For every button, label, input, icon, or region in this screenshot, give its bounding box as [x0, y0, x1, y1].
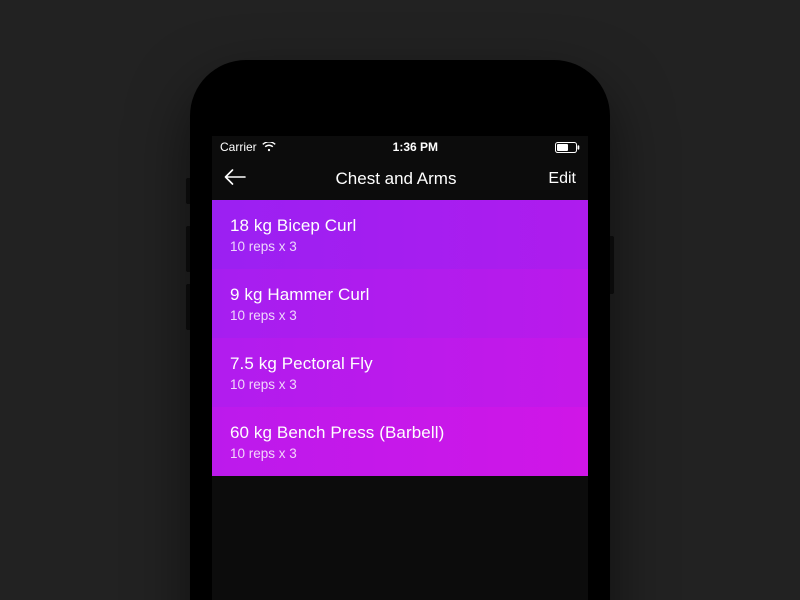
power-button — [610, 236, 614, 294]
phone-frame: Carrier 1:36 PM — [190, 60, 610, 600]
exercise-sub: 10 reps x 3 — [230, 308, 570, 323]
back-button[interactable] — [224, 169, 256, 190]
stage: Carrier 1:36 PM — [0, 0, 800, 600]
exercise-sub: 10 reps x 3 — [230, 239, 570, 254]
exercise-title: 60 kg Bench Press (Barbell) — [230, 423, 570, 443]
silence-switch — [186, 178, 190, 204]
page-title: Chest and Arms — [256, 169, 536, 189]
wifi-icon — [262, 142, 276, 152]
arrow-left-icon — [224, 169, 246, 190]
exercise-sub: 10 reps x 3 — [230, 446, 570, 461]
nav-bar: Chest and Arms Edit — [212, 158, 588, 200]
exercise-title: 18 kg Bicep Curl — [230, 216, 570, 236]
volume-down-button — [186, 284, 190, 330]
exercise-list: 18 kg Bicep Curl 10 reps x 3 9 kg Hammer… — [212, 200, 588, 476]
list-item[interactable]: 7.5 kg Pectoral Fly 10 reps x 3 — [212, 338, 588, 407]
status-bar: Carrier 1:36 PM — [212, 136, 588, 158]
screen: Carrier 1:36 PM — [212, 136, 588, 600]
carrier-label: Carrier — [220, 140, 257, 154]
exercise-title: 7.5 kg Pectoral Fly — [230, 354, 570, 374]
list-item[interactable]: 60 kg Bench Press (Barbell) 10 reps x 3 — [212, 407, 588, 476]
list-item[interactable]: 18 kg Bicep Curl 10 reps x 3 — [212, 200, 588, 269]
status-left: Carrier — [220, 140, 276, 154]
exercise-title: 9 kg Hammer Curl — [230, 285, 570, 305]
battery-icon — [555, 142, 580, 153]
status-right — [555, 142, 580, 153]
list-item[interactable]: 9 kg Hammer Curl 10 reps x 3 — [212, 269, 588, 338]
exercise-sub: 10 reps x 3 — [230, 377, 570, 392]
volume-up-button — [186, 226, 190, 272]
edit-button[interactable]: Edit — [536, 170, 576, 188]
status-time: 1:36 PM — [393, 140, 438, 154]
